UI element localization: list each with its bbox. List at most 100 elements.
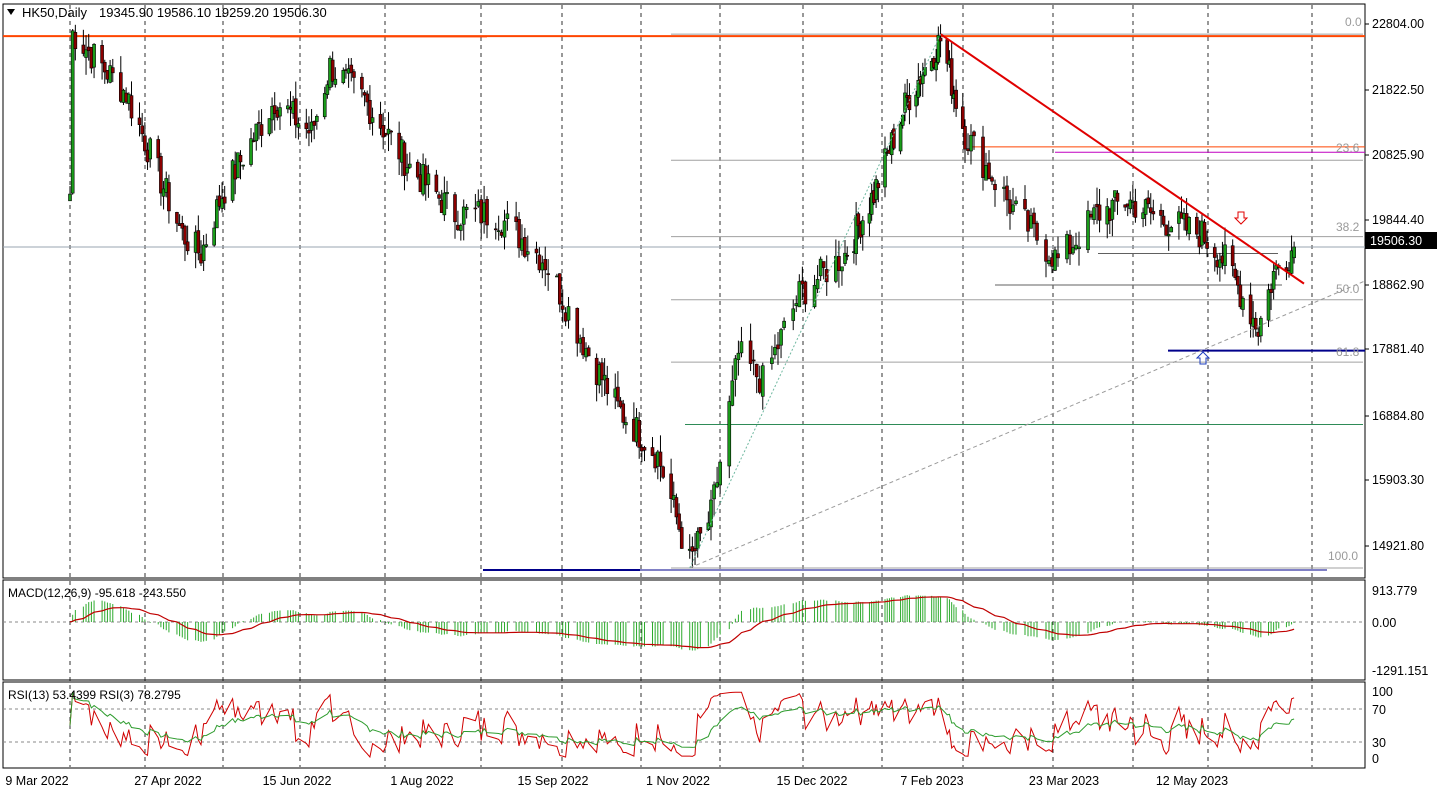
candle-body: [972, 131, 976, 137]
candle-body: [159, 156, 163, 194]
candle-body: [445, 192, 449, 195]
candle-body: [757, 378, 762, 393]
candle-body: [304, 122, 309, 130]
candle-body: [920, 74, 925, 84]
candle-body: [259, 124, 264, 136]
candle-body: [493, 228, 498, 231]
macd-tick-label: -1291.151: [1372, 664, 1428, 678]
candle-body: [954, 89, 958, 109]
candle-body: [1253, 318, 1258, 330]
candle-body: [267, 118, 272, 135]
candle-body: [677, 513, 681, 530]
candle-body: [360, 76, 364, 90]
current-price-label: 19506.30: [1370, 234, 1422, 248]
candle-body: [537, 254, 542, 271]
candle-body: [1074, 244, 1078, 250]
candle-body: [760, 365, 765, 397]
price-tick-label: 15903.30: [1372, 473, 1424, 487]
candle-body: [249, 138, 253, 165]
x-axis-label: 23 Mar 2023: [1029, 774, 1099, 788]
x-axis-label: 15 Sep 2022: [518, 774, 589, 788]
candle-body: [800, 280, 805, 285]
candle-body: [1212, 247, 1217, 258]
candle-body: [843, 252, 847, 264]
x-axis-label: 27 Apr 2022: [134, 774, 201, 788]
candle-body: [698, 527, 703, 534]
candle-body: [1230, 245, 1235, 267]
candle-body: [1236, 275, 1240, 286]
candle-body: [204, 244, 209, 247]
candle-body: [241, 164, 245, 167]
candle-body: [840, 266, 844, 272]
candle-body: [1032, 212, 1036, 225]
candle-body: [1187, 217, 1191, 235]
candle-body: [1133, 201, 1138, 218]
candle-body: [791, 308, 796, 321]
candle-body: [669, 473, 673, 499]
candle-body: [1056, 253, 1060, 259]
candle-body: [1166, 234, 1171, 237]
candle-body: [923, 67, 927, 76]
candle-body: [1164, 224, 1168, 236]
candle-body: [476, 201, 481, 207]
candle-body: [1005, 185, 1009, 201]
candle-body: [1014, 200, 1018, 204]
candle-body: [1008, 199, 1012, 214]
candle-body: [315, 115, 319, 122]
candle-body: [464, 206, 469, 210]
candle-body: [624, 422, 628, 426]
candle-body: [987, 162, 991, 179]
candle-body: [257, 122, 261, 124]
candle-body: [1026, 210, 1030, 232]
candle-body: [934, 62, 938, 71]
candle-body: [637, 420, 641, 448]
candle-body: [175, 212, 179, 224]
candle-body: [1195, 216, 1199, 235]
candle-body: [196, 230, 201, 254]
candle-body: [296, 123, 301, 128]
candle-body: [1151, 211, 1156, 215]
candle-body: [695, 531, 700, 550]
x-axis-label: 15 Jun 2022: [263, 774, 332, 788]
candle-body: [453, 194, 457, 223]
candle-body: [185, 241, 190, 252]
fib-level-label: 23.6: [1336, 141, 1360, 155]
candle-body: [1050, 257, 1054, 267]
candle-body: [100, 45, 104, 64]
rsi-tick-label: 0: [1372, 752, 1379, 766]
candle-body: [482, 202, 486, 223]
candle-body: [183, 225, 187, 245]
price-chart[interactable]: 22804.00 21822.50 20825.90 19844.40 18862.90…: [0, 0, 1446, 795]
candle-body: [129, 95, 134, 119]
candle-body: [773, 347, 777, 356]
candle-body: [751, 359, 756, 362]
rsi-tick-label: 100: [1372, 685, 1393, 699]
rsi-title: RSI(13) 53.4399 RSI(3) 78.2795: [8, 688, 181, 702]
ohlc-values: 19345.90 19586.10 19259.20 19506.30: [99, 5, 327, 20]
candle-body: [534, 248, 539, 254]
candle-body: [352, 71, 356, 78]
candle-body: [540, 262, 545, 271]
candle-body: [437, 194, 441, 199]
candle-body: [837, 256, 841, 271]
candle-body: [1092, 207, 1096, 220]
candle-body: [456, 224, 460, 231]
candle-body: [499, 232, 504, 236]
candle-body: [845, 254, 850, 257]
candle-body: [1161, 215, 1166, 225]
candle-body: [575, 307, 580, 344]
candle-body: [70, 30, 75, 194]
candle-body: [1169, 227, 1174, 233]
candle-body: [860, 220, 865, 236]
candle-body: [658, 451, 663, 467]
candle-body: [900, 114, 905, 126]
candle-body: [1053, 249, 1057, 271]
candle-body: [1292, 246, 1296, 259]
candle-body: [505, 213, 510, 220]
candle-body: [981, 136, 985, 178]
candle-body: [1223, 244, 1227, 267]
price-tick-label: 21822.50: [1372, 83, 1424, 97]
candle-body: [874, 179, 878, 200]
candle-body: [520, 238, 524, 251]
candle-body: [876, 183, 881, 189]
